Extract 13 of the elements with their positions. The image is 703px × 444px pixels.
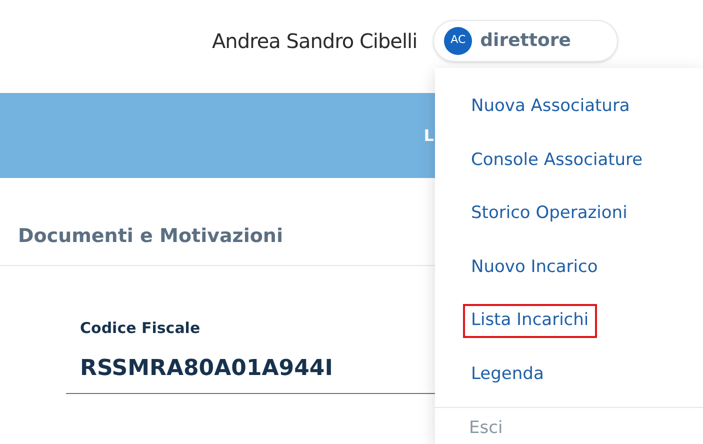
menu-item[interactable]: Legenda xyxy=(463,358,552,391)
menu-item[interactable]: Storico Operazioni xyxy=(463,197,636,230)
banner-text: L xyxy=(424,124,434,146)
field-label: Codice Fiscale xyxy=(80,318,200,336)
menu-item[interactable]: Lista Incarichi xyxy=(463,304,597,338)
menu-item[interactable]: Nuova Associatura xyxy=(463,90,638,124)
avatar: AC xyxy=(444,26,472,54)
menu-item[interactable]: Console Associature xyxy=(463,144,651,177)
menu-item[interactable]: Nuovo Incarico xyxy=(463,250,606,284)
user-name: Andrea Sandro Cibelli xyxy=(212,28,418,54)
role-label: direttore xyxy=(480,29,571,53)
role-pill[interactable]: AC direttore xyxy=(433,20,618,62)
section-title: Documenti e Motivazioni xyxy=(18,225,283,247)
